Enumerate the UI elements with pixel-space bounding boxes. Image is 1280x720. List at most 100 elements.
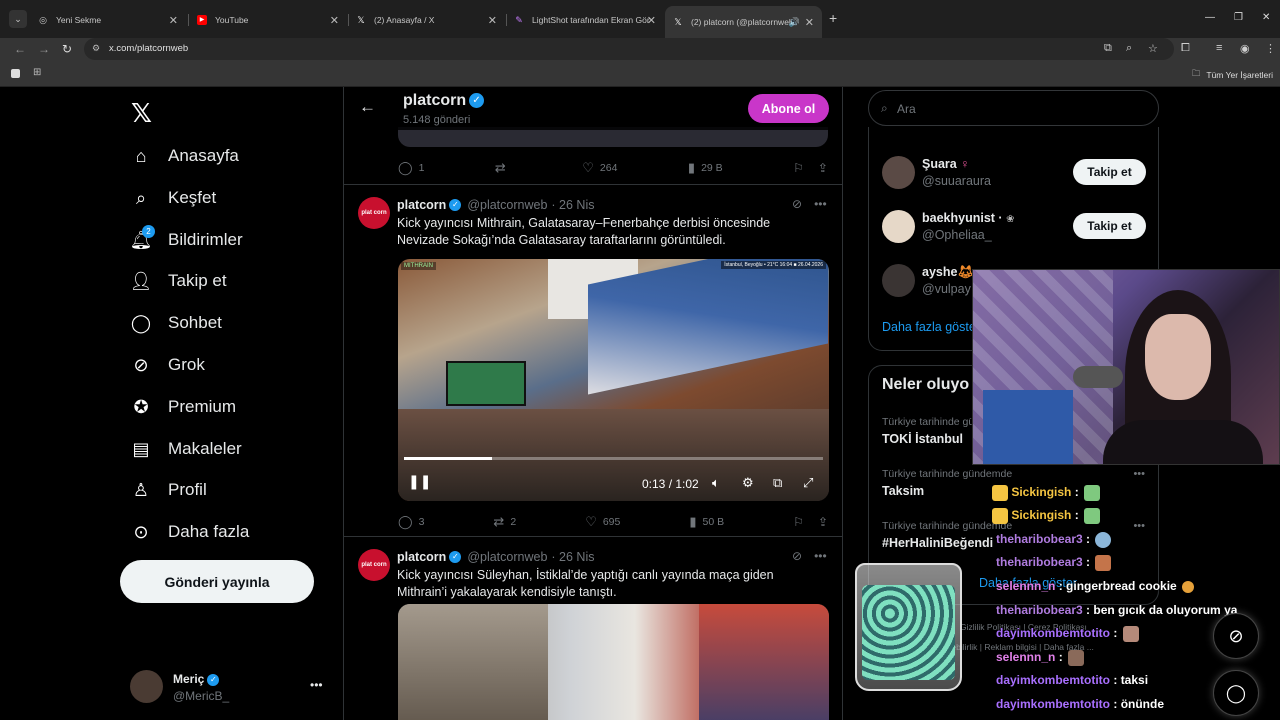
close-icon[interactable]: ✕ [330, 14, 339, 27]
video-player[interactable]: MITHRAIN İstanbul, Beyoğlu • 21°C 16:04 … [398, 259, 829, 501]
nav-explore[interactable]: ⌕ Keşfet [130, 183, 216, 213]
pip-icon[interactable]: ⧉ [773, 475, 782, 491]
chat-icon: ◯ [1225, 682, 1247, 703]
close-icon[interactable]: ✕ [647, 14, 656, 27]
tweet-handle[interactable]: @platcornweb [467, 198, 547, 212]
follow-button[interactable]: Takip et [1073, 159, 1146, 185]
fox-icon: 🦊︎ [957, 265, 974, 279]
tweet-author[interactable]: platcorn [397, 550, 446, 564]
speaker-icon[interactable]: 🔊 [789, 17, 800, 28]
forward-icon[interactable]: → [38, 42, 50, 56]
bookmark-icon[interactable]: ⚐ [793, 515, 804, 529]
browser-tab[interactable]: ▶ YouTube ✕ [189, 8, 347, 32]
menu-icon[interactable]: ⋮ [1265, 42, 1276, 55]
nav-notifications[interactable]: 🔔︎ 2 Bildirimler [130, 225, 243, 255]
browser-tab[interactable]: 𝕏 (2) Anasayfa / X ✕ [348, 8, 505, 32]
avatar[interactable]: plat corn [358, 549, 390, 581]
install-icon[interactable]: ⧉ [1104, 42, 1112, 55]
more-options-icon[interactable]: ••• [814, 549, 827, 563]
tweet-image[interactable] [398, 604, 829, 720]
restore-icon[interactable]: ❐ [1234, 12, 1243, 23]
follow-button[interactable]: Takip et [1073, 213, 1146, 239]
extensions-icon[interactable]: ⧠ [1181, 42, 1190, 55]
trend-meta: Türkiye tarihinde gündemde [882, 468, 1013, 480]
tweet-handle[interactable]: @platcornweb [467, 550, 547, 564]
nav-more[interactable]: ⊙ Daha fazla [130, 517, 249, 547]
browser-tab-active[interactable]: 𝕏 (2) platcorn (@platcornweb 🔊 ✕ [665, 6, 822, 38]
share-icon[interactable]: ⇪ [818, 515, 828, 529]
close-icon[interactable]: ✕ [169, 14, 178, 27]
share-icon[interactable]: ⇪ [818, 161, 828, 175]
close-window-icon[interactable]: ✕ [1262, 12, 1270, 23]
previous-tweet-media[interactable] [398, 127, 828, 147]
media-control-icon[interactable]: ≡ [1216, 42, 1222, 54]
more-options-icon[interactable]: ••• [1133, 520, 1145, 532]
settings-icon[interactable]: ⚙ [742, 475, 754, 491]
retweet-button[interactable]: ⇄ [495, 160, 512, 176]
suggestion-name: baekhyunist · ❀ [922, 211, 1015, 225]
follow-suggestion[interactable]: baekhyunist · ❀ @Opheliaa_ Takip et [882, 209, 1152, 247]
more-options-icon[interactable]: ••• [814, 197, 827, 211]
back-arrow-icon[interactable]: ← [359, 97, 376, 117]
video-progress-bar[interactable] [404, 457, 823, 460]
messages-float-button[interactable]: ◯ [1213, 670, 1259, 716]
subscribe-button[interactable]: Abone ol [748, 94, 829, 123]
apps-icon[interactable]: ⊞ [33, 67, 41, 78]
close-icon[interactable]: ✕ [488, 14, 497, 27]
nav-premium[interactable]: ✪ Premium [130, 392, 236, 422]
show-more-link[interactable]: Daha fazla göster [882, 320, 980, 334]
new-tab-button[interactable]: + [829, 10, 837, 26]
avatar[interactable]: plat corn [358, 197, 390, 229]
bookmark-icon[interactable]: ⚐ [793, 161, 804, 175]
like-button[interactable]: ♡ 695 [585, 514, 620, 530]
emote [1095, 555, 1112, 571]
grok-float-button[interactable]: ⊘ [1213, 613, 1259, 659]
suggestion-handle: @suuaraura [922, 174, 991, 188]
heart-icon: ♡ [582, 160, 594, 175]
more-options-icon[interactable]: ••• [1133, 468, 1145, 480]
account-switcher[interactable]: Meriç ✓ @MericB_ ••• [130, 670, 330, 704]
emote [1084, 508, 1101, 524]
browser-tab[interactable]: ✎ LightShot tarafından Ekran Gör ✕ [506, 8, 664, 32]
browser-tab[interactable]: ◎ Yeni Sekme ✕ [30, 8, 186, 32]
x-icon: 𝕏 [674, 17, 682, 27]
search-box[interactable]: ⌕ Ara [868, 90, 1159, 126]
close-icon[interactable]: ✕ [805, 16, 814, 29]
site-info-icon[interactable]: ⚙ [92, 43, 100, 54]
bookmark-icon[interactable] [11, 69, 20, 78]
follow-suggestion[interactable]: Şuara ♀ @suuaraura Takip et [882, 155, 1152, 193]
back-icon[interactable]: ← [14, 42, 26, 56]
post-button[interactable]: Gönderi yayınla [120, 560, 314, 603]
tweet-author[interactable]: platcorn [397, 198, 446, 212]
grok-icon[interactable]: ⊘ [792, 197, 802, 211]
nav-profile[interactable]: ♙ Profil [130, 475, 207, 505]
volume-icon[interactable]: 🔈︎ [712, 475, 720, 491]
views-button[interactable]: ▮ 29 B [688, 160, 723, 176]
reload-icon[interactable]: ↻ [62, 42, 72, 56]
tweet-date[interactable]: · 26 Nis [551, 198, 594, 212]
tweet-date[interactable]: · 26 Nis [551, 550, 594, 564]
reply-button[interactable]: ◯ 3 [398, 514, 424, 530]
nav-follow[interactable]: 👤︎ Takip et [130, 266, 227, 296]
bookmark-star-icon[interactable]: ☆ [1148, 42, 1158, 55]
all-bookmarks[interactable]: 🗀 Tüm Yer İşaretleri [1192, 68, 1273, 82]
x-logo-icon[interactable]: 𝕏 [131, 99, 152, 129]
like-button[interactable]: ♡ 264 [582, 160, 617, 176]
address-bar[interactable]: ⚙ x.com/platcornweb [84, 38, 1174, 60]
pause-icon[interactable]: ❚❚ [408, 473, 431, 490]
zoom-icon[interactable]: ⌕ [1126, 42, 1132, 55]
tab-search-icon[interactable]: ⌄ [9, 10, 27, 28]
nav-articles[interactable]: ▤ Makaleler [130, 434, 241, 464]
more-options-icon[interactable]: ••• [310, 678, 323, 692]
fullscreen-icon[interactable]: ⤢ [803, 475, 813, 491]
retweet-button[interactable]: ⇄ 2 [493, 514, 516, 530]
profile-icon[interactable]: ◉ [1240, 42, 1250, 55]
reply-button[interactable]: ◯ 1 [398, 160, 424, 176]
emote [1068, 650, 1085, 666]
nav-grok[interactable]: ⊘ Grok [130, 350, 204, 380]
grok-icon[interactable]: ⊘ [792, 549, 802, 563]
nav-chat[interactable]: ◯ Sohbet [130, 308, 222, 338]
minimize-icon[interactable]: — [1205, 12, 1215, 23]
views-button[interactable]: ▮ 50 B [689, 514, 724, 530]
nav-home[interactable]: ⌂ Anasayfa [130, 141, 239, 171]
